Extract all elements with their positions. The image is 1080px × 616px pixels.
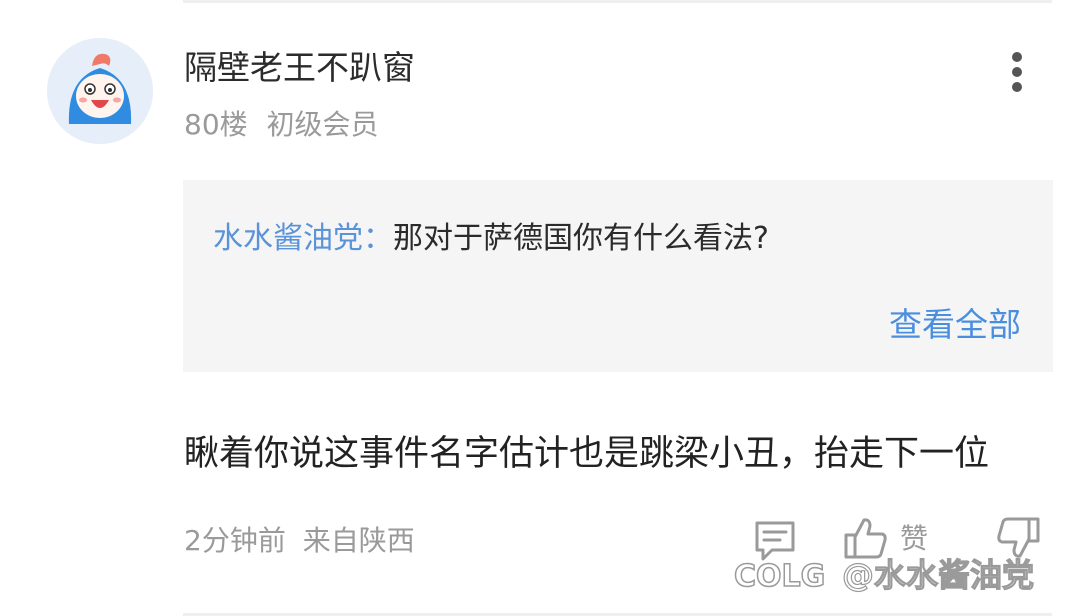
- colg-logo-text: COLG: [734, 559, 825, 594]
- comment-icon: [755, 521, 795, 561]
- member-rank: 初级会员: [266, 108, 379, 141]
- username[interactable]: 隔壁老王不趴窗: [184, 46, 415, 90]
- quote-author[interactable]: 水水酱油党：: [213, 221, 393, 256]
- post-meta: 80楼 初级会员: [184, 106, 379, 144]
- more-options-button[interactable]: [1000, 48, 1034, 96]
- thumbs-up-icon: [844, 518, 887, 559]
- view-all-link[interactable]: 查看全部: [889, 304, 1021, 346]
- like-label[interactable]: 赞: [900, 520, 928, 558]
- quoted-reply[interactable]: 水水酱油党：那对于萨德国你有什么看法? 查看全部: [183, 180, 1053, 372]
- thumbs-down-icon: [997, 517, 1040, 558]
- avatar[interactable]: [47, 38, 153, 144]
- top-divider: [183, 0, 1052, 3]
- location: 来自陕西: [302, 524, 415, 557]
- more-vertical-icon: [1012, 52, 1022, 62]
- avatar-image: [47, 38, 153, 144]
- quote-line: 水水酱油党：那对于萨德国你有什么看法?: [213, 218, 769, 260]
- floor-number: 80楼: [184, 108, 248, 141]
- comment-page: 隔壁老王不趴窗 80楼 初级会员 水水酱油党：那对于萨德国你有什么看法? 查看全…: [0, 0, 1080, 616]
- timestamp: 2分钟前: [184, 524, 286, 557]
- comment-body: 瞅着你说这事件名字估计也是跳梁小丑，抬走下一位: [184, 434, 990, 474]
- reply-button[interactable]: [752, 518, 798, 564]
- dislike-button[interactable]: [994, 514, 1042, 562]
- quote-text: 那对于萨德国你有什么看法?: [393, 221, 769, 256]
- comment-footer-meta: 2分钟前 来自陕西: [184, 522, 415, 560]
- like-button[interactable]: [842, 514, 890, 562]
